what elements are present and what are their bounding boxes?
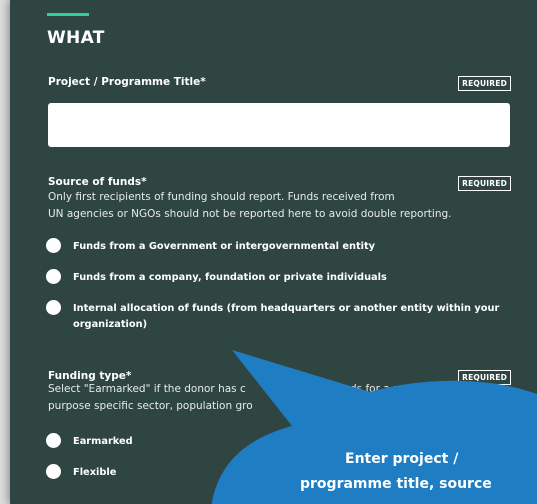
callout-text-line-2: programme title, source — [300, 476, 492, 492]
radio-option-flexible[interactable]: Flexible — [46, 464, 116, 481]
source-of-funds-help-line-2: UN agencies or NGOs should not be report… — [48, 208, 452, 220]
source-of-funds-label: Source of funds* — [48, 176, 147, 188]
callout-text-line-1: Enter project / — [345, 451, 459, 467]
radio-button[interactable] — [46, 238, 61, 253]
radio-option-internal[interactable]: Internal allocation of funds (from headq… — [46, 300, 499, 333]
funding-type-help-line-1a: Select "Earmarked" if the donor has c — [48, 383, 246, 395]
radio-label: Funds from a Government or intergovernme… — [73, 241, 376, 252]
radio-option-private[interactable]: Funds from a company, foundation or priv… — [46, 269, 387, 286]
radio-button[interactable] — [46, 433, 61, 448]
project-title-label: Project / Programme Title* — [48, 76, 206, 88]
radio-option-government[interactable]: Funds from a Government or intergovernme… — [46, 238, 375, 255]
radio-button[interactable] — [46, 300, 61, 315]
radio-option-earmarked[interactable]: Earmarked — [46, 433, 133, 450]
section-title: WHAT — [47, 28, 105, 48]
radio-label: Funds from a company, foundation or priv… — [73, 272, 387, 283]
radio-label: Internal allocation of funds (from headq… — [73, 301, 499, 333]
source-of-funds-help-line-1: Only first recipients of funding should … — [48, 191, 395, 203]
radio-label: Flexible — [73, 467, 117, 478]
project-title-input[interactable] — [48, 103, 510, 147]
radio-button[interactable] — [46, 269, 61, 284]
funding-type-help-line-1b: d funds for a particular — [323, 383, 444, 395]
source-of-funds-required-badge: REQUIRED — [458, 176, 511, 191]
radio-label: Earmarked — [73, 436, 133, 447]
project-title-required-badge: REQUIRED — [458, 76, 511, 91]
funding-type-help-line-2: purpose specific sector, population gro — [48, 400, 253, 412]
section-accent-bar — [47, 13, 89, 16]
funding-type-required-badge: REQUIRED — [458, 370, 511, 385]
form-panel: WHAT Project / Programme Title* REQUIRED… — [10, 0, 537, 504]
radio-button[interactable] — [46, 464, 61, 479]
radio-label-line-1: Internal allocation of funds (from headq… — [73, 303, 500, 314]
radio-label-line-2: organization) — [73, 319, 148, 330]
